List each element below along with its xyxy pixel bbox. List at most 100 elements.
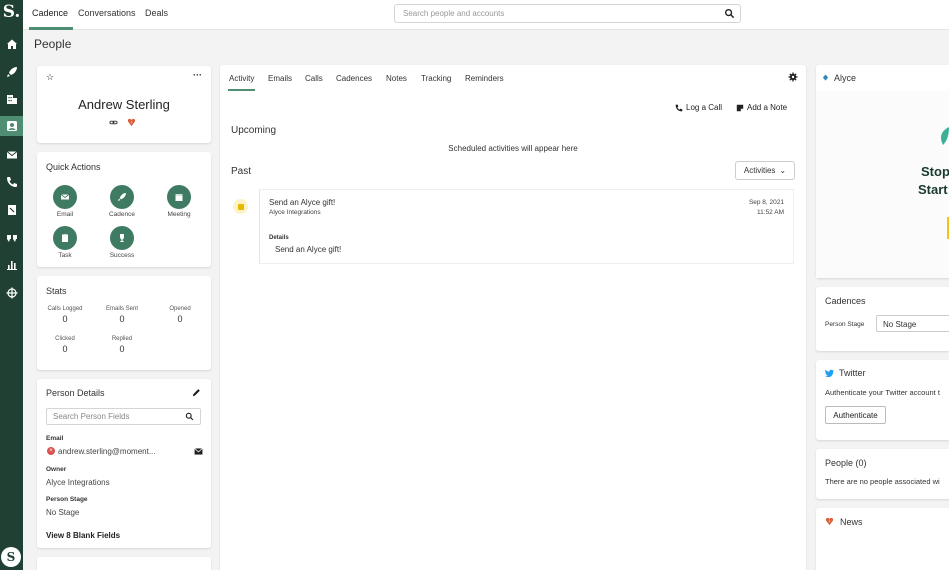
tab-calls[interactable]: Calls: [305, 74, 323, 83]
tab-cadence[interactable]: Cadence: [32, 8, 68, 18]
alyce-widget: Alyce Stop Start: [816, 65, 949, 278]
email-field-value[interactable]: andrew.sterling@moment...: [58, 447, 156, 456]
stat-calls-logged: Calls Logged 0: [37, 306, 93, 324]
document-icon[interactable]: [0, 200, 23, 220]
tab-cadences[interactable]: Cadences: [336, 74, 372, 83]
salesloft-logo[interactable]: S.: [0, 2, 23, 22]
stat-replied: Replied 0: [94, 336, 150, 354]
quick-action-email[interactable]: Email: [43, 185, 87, 218]
page-title: People: [34, 37, 72, 51]
global-search-input[interactable]: Search people and accounts: [394, 4, 741, 23]
owner-field-label: Owner: [46, 466, 67, 473]
accounts-building-icon[interactable]: [0, 89, 23, 109]
upcoming-empty-message: Scheduled activities will appear here: [448, 144, 578, 153]
quick-action-label: Email: [56, 211, 74, 218]
quick-action-label: Success: [109, 252, 135, 259]
person-fields-search-input[interactable]: Search Person Fields: [46, 408, 201, 425]
target-icon[interactable]: [0, 283, 23, 303]
person-stage-value[interactable]: No Stage: [46, 508, 79, 517]
trophy-icon: [120, 234, 124, 242]
stat-label: Opened: [169, 306, 191, 312]
activity-time: 11:52 AM: [757, 209, 784, 216]
chevron-down-icon: ⌄: [779, 166, 787, 175]
quick-action-meeting[interactable]: Meeting: [157, 185, 201, 218]
upcoming-heading: Upcoming: [231, 125, 277, 136]
activities-filter-dropdown[interactable]: Activities ⌄: [735, 161, 795, 180]
tags-card: [37, 557, 211, 570]
tab-notes[interactable]: Notes: [386, 74, 407, 83]
link-icon[interactable]: [109, 118, 118, 127]
view-blank-fields-link[interactable]: View 8 Blank Fields: [46, 531, 120, 540]
quick-action-label: Meeting: [167, 211, 191, 218]
stats-title: Stats: [46, 286, 67, 296]
more-options-icon[interactable]: ···: [193, 70, 202, 80]
add-note-button[interactable]: Add a Note: [736, 103, 787, 112]
quick-actions-title: Quick Actions: [46, 162, 101, 172]
tab-reminders[interactable]: Reminders: [465, 74, 504, 83]
past-heading: Past: [231, 166, 252, 177]
owner-field-value[interactable]: Alyce Integrations: [46, 478, 110, 487]
active-tab-indicator: [29, 27, 73, 30]
activity-title: Send an Alyce gift!: [269, 198, 336, 207]
authenticate-button[interactable]: Authenticate: [825, 406, 886, 424]
user-avatar[interactable]: S: [1, 547, 21, 567]
tab-emails[interactable]: Emails: [268, 74, 292, 83]
stat-emails-sent: Emails Sent 0: [94, 306, 150, 324]
news-title: News: [840, 517, 863, 527]
stat-value: 0: [62, 314, 68, 324]
alyce-gift-icon[interactable]: [127, 118, 136, 127]
home-icon[interactable]: [0, 34, 23, 54]
activity-subtitle: Alyce Integrations: [269, 209, 321, 216]
activity-feed-item[interactable]: Send an Alyce gift! Alyce Integrations S…: [259, 189, 794, 264]
people-widget: People (0) There are no people associate…: [816, 449, 949, 499]
stat-value: 0: [119, 314, 125, 324]
cadences-title: Cadences: [825, 296, 866, 306]
people-title: People (0): [825, 458, 867, 468]
tab-conversations[interactable]: Conversations: [78, 8, 136, 18]
stat-label: Clicked: [55, 336, 75, 342]
tab-deals[interactable]: Deals: [145, 8, 168, 18]
log-call-label: Log a Call: [686, 103, 723, 112]
log-call-button[interactable]: Log a Call: [675, 103, 722, 112]
search-icon[interactable]: [185, 412, 194, 421]
alyce-banner-line2: Start: [918, 182, 948, 197]
calendar-icon: [175, 194, 183, 201]
quick-action-label: Task: [58, 252, 72, 259]
gear-icon[interactable]: [788, 72, 798, 82]
activities-dropdown-label: Activities: [743, 166, 776, 175]
rocket-icon[interactable]: [0, 62, 23, 82]
person-stage-select[interactable]: No Stage: [876, 315, 949, 332]
activity-date: Sep 8, 2021: [748, 199, 784, 206]
quote-icon[interactable]: [0, 228, 23, 248]
email-field-label: Email: [46, 435, 64, 442]
stat-label: Emails Sent: [105, 306, 138, 312]
leaf-icon: [941, 127, 949, 145]
tab-activity[interactable]: Activity: [229, 74, 254, 83]
stat-value: 0: [177, 314, 183, 324]
people-icon[interactable]: [0, 116, 23, 136]
alyce-logo-icon: [822, 74, 829, 81]
mail-icon[interactable]: [0, 145, 23, 165]
analytics-bar-icon[interactable]: [0, 255, 23, 275]
cadences-widget: Cadences Person Stage No Stage: [816, 287, 949, 351]
pencil-edit-icon[interactable]: [192, 388, 201, 397]
twitter-auth-text: Authenticate your Twitter account t: [825, 388, 940, 397]
star-icon[interactable]: ☆: [46, 72, 54, 83]
alyce-activity-icon: [233, 199, 248, 214]
twitter-bird-icon: [825, 369, 834, 377]
activity-panel: Activity Emails Calls Cadences Notes Tra…: [220, 65, 806, 570]
people-empty-text: There are no people associated wi: [825, 477, 940, 486]
tab-tracking[interactable]: Tracking: [421, 74, 451, 83]
top-navigation: Cadence Conversations Deals Search peopl…: [23, 0, 949, 30]
activity-details-value: Send an Alyce gift!: [275, 245, 342, 254]
mail-icon: [60, 194, 70, 200]
quick-action-success[interactable]: Success: [100, 226, 144, 259]
stat-opened: Opened 0: [152, 306, 208, 324]
person-name: Andrew Sterling: [78, 97, 170, 112]
quick-action-task[interactable]: Task: [43, 226, 87, 259]
quick-action-cadence[interactable]: Cadence: [100, 185, 144, 218]
search-icon[interactable]: [724, 8, 735, 19]
mail-icon[interactable]: [194, 448, 203, 455]
person-summary-card: ☆ ··· Andrew Sterling: [37, 66, 211, 143]
phone-icon[interactable]: [0, 172, 23, 192]
